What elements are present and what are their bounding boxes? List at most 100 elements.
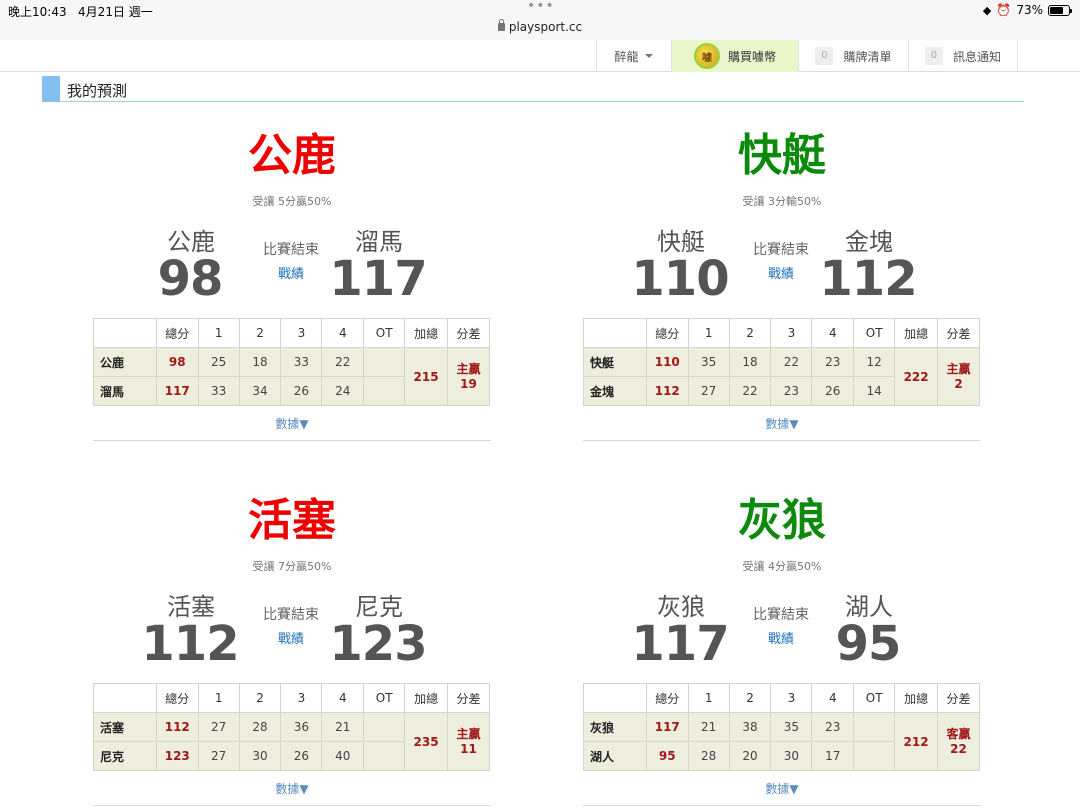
combined-total-cell: 212 <box>894 712 939 771</box>
column-header: 加總 <box>894 683 939 713</box>
quarter-score-cell: 26 <box>280 376 323 406</box>
quarter-score-cell: 28 <box>687 741 730 771</box>
table-corner-cell <box>583 318 647 348</box>
column-header: 1 <box>687 318 730 348</box>
coin-icon: 噱 <box>693 43 720 69</box>
quarter-score-cell: 35 <box>687 347 730 377</box>
column-header: 3 <box>770 318 813 348</box>
stats-toggle-link[interactable]: 數據▼ <box>93 780 491 797</box>
combined-total-cell: 235 <box>404 712 449 771</box>
prediction-card: 灰狼 受讓 4分贏50% 灰狼 117 比賽結束 戰績 湖人 95 總分 1 2 3 4… <box>583 490 981 810</box>
quarter-score-cell: 22 <box>728 376 772 406</box>
box-score-header: 總分 1 2 3 4 OT 加總 分差 <box>93 318 490 348</box>
column-header: 總分 <box>645 683 689 713</box>
column-header: 4 <box>811 683 855 713</box>
quarter-score-cell: 35 <box>770 712 813 742</box>
column-header: 加總 <box>894 318 939 348</box>
picked-team: 活塞 <box>248 495 336 546</box>
prediction-card: 活塞 受讓 7分贏50% 活塞 112 比賽結束 戰績 尼克 123 總分 1 2 3… <box>93 490 491 810</box>
stats-toggle-link[interactable]: 數據▼ <box>93 415 491 432</box>
team-name-cell: 溜馬 <box>93 376 157 406</box>
battery-fill <box>1050 6 1064 14</box>
time-text: 晚上10:43 <box>8 5 67 19</box>
picked-team: 公鹿 <box>248 130 336 181</box>
user-menu[interactable]: 醉龍 <box>596 40 670 72</box>
total-score-cell: 95 <box>645 741 689 771</box>
ot-score-cell <box>363 376 406 406</box>
stats-toggle-link[interactable]: 數據▼ <box>583 415 981 432</box>
margin-label: 主贏 <box>946 361 971 376</box>
quarter-score-cell: 34 <box>238 376 282 406</box>
quarter-score-cell: 23 <box>811 712 855 742</box>
notifications-label: 訊息通知 <box>952 49 1001 64</box>
margin-value: 11 <box>460 741 477 756</box>
team-name-cell: 活塞 <box>93 712 157 742</box>
column-header: OT <box>853 683 896 713</box>
team-name-cell: 灰狼 <box>583 712 647 742</box>
spread-result: 受讓 4分贏50% <box>742 560 822 573</box>
date-text: 4月21日 週一 <box>78 5 153 19</box>
chevron-down-icon <box>644 54 653 58</box>
table-row: 活塞 112 27 28 36 21 235 主贏 11 <box>93 712 490 771</box>
combined-total-cell: 215 <box>404 347 449 406</box>
quarter-score-cell: 18 <box>238 347 282 377</box>
margin-label: 主贏 <box>456 726 481 741</box>
column-header: 1 <box>687 683 730 713</box>
column-header: 總分 <box>155 683 199 713</box>
margin-label: 主贏 <box>456 361 481 376</box>
team-name-cell: 湖人 <box>583 741 647 771</box>
quarter-score-cell: 30 <box>770 741 813 771</box>
section-accent-bar <box>42 76 60 102</box>
column-header: 總分 <box>155 318 199 348</box>
quarter-score-cell: 28 <box>238 712 282 742</box>
table-row: 灰狼 117 21 38 35 23 212 客贏 22 <box>583 712 980 771</box>
total-score-cell: 117 <box>155 376 199 406</box>
quarter-score-cell: 20 <box>728 741 772 771</box>
card-divider <box>583 440 981 441</box>
margin-cell: 客贏 22 <box>937 712 980 771</box>
quarter-score-cell: 26 <box>811 376 855 406</box>
section-title: 我的預測 <box>67 82 128 100</box>
ot-score-cell <box>363 741 406 771</box>
notifications-button[interactable]: 0 訊息通知 <box>908 40 1018 72</box>
stats-toggle-link[interactable]: 數據▼ <box>583 780 981 797</box>
more-dots-icon[interactable]: ••• <box>527 0 555 14</box>
notifications-count: 0 <box>924 47 943 65</box>
quarter-score-cell: 23 <box>811 347 855 377</box>
alarm-icon: ⏰ <box>996 3 1012 17</box>
battery-percent: 73% <box>1016 3 1043 17</box>
buy-coins-button[interactable]: 噱 購買噱幣 <box>671 40 798 72</box>
box-score-table: 總分 1 2 3 4 OT 加總 分差 快艇 110 35 18 22 23 12 222 主贏 2 金塊 112… <box>583 318 980 406</box>
quarter-score-cell: 18 <box>728 347 772 377</box>
ot-score-cell: 14 <box>853 376 896 406</box>
buy-coins-label: 購買噱幣 <box>727 49 776 64</box>
box-score-table: 總分 1 2 3 4 OT 加總 分差 活塞 112 27 28 36 21 235 主贏 11 尼克 123 2… <box>93 683 490 771</box>
table-corner-cell <box>93 318 157 348</box>
total-score-cell: 117 <box>645 712 689 742</box>
column-header: OT <box>363 318 406 348</box>
column-header: 分差 <box>447 318 490 348</box>
column-header: 2 <box>728 318 772 348</box>
ot-score-cell <box>853 741 896 771</box>
column-header: 1 <box>197 683 240 713</box>
address-bar[interactable]: playsport.cc <box>0 19 1080 34</box>
box-score-table: 總分 1 2 3 4 OT 加總 分差 灰狼 117 21 38 35 23 212 客贏 22 湖人 95 28… <box>583 683 980 771</box>
spread-result: 受讓 5分贏50% <box>252 195 332 208</box>
combined-total-cell: 222 <box>894 347 939 406</box>
card-divider <box>583 805 981 806</box>
margin-cell: 主贏 11 <box>447 712 490 771</box>
column-header: 2 <box>238 318 282 348</box>
box-score-header: 總分 1 2 3 4 OT 加總 分差 <box>583 683 980 713</box>
ot-score-cell <box>363 347 406 377</box>
quarter-score-cell: 27 <box>197 712 240 742</box>
purchase-list-label: 購牌清單 <box>843 49 892 64</box>
status-time: 晚上10:43 4月21日 週一 <box>8 3 153 20</box>
prediction-card: 公鹿 受讓 5分贏50% 公鹿 98 比賽結束 戰績 溜馬 117 總分 1 2 3 4… <box>93 125 491 455</box>
status-right: ◆ ⏰ 73% <box>983 3 1072 17</box>
purchase-list-button[interactable]: 0 購牌清單 <box>798 40 908 72</box>
column-header: 4 <box>321 318 365 348</box>
margin-value: 22 <box>950 741 967 756</box>
quarter-score-cell: 30 <box>238 741 282 771</box>
lock-icon <box>497 19 505 31</box>
table-corner-cell <box>583 683 647 713</box>
